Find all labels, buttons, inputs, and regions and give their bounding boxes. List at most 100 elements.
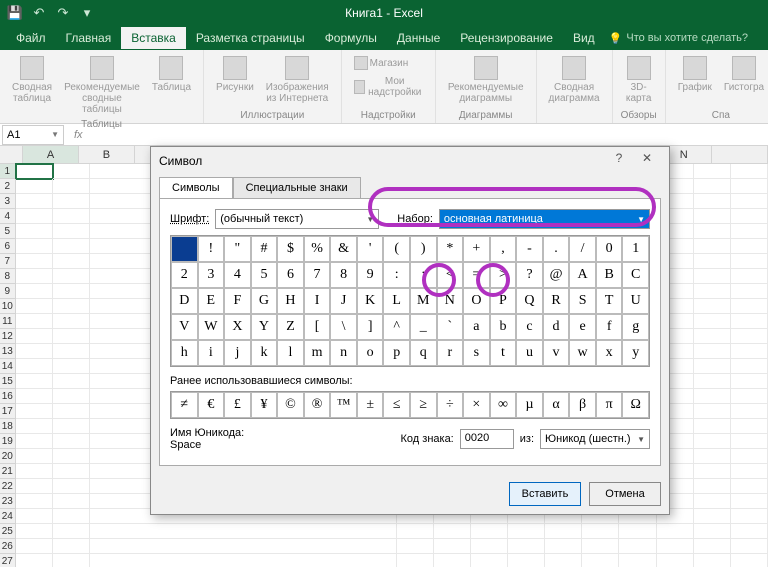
char-cell[interactable]: ] — [357, 314, 384, 340]
cell[interactable] — [16, 509, 53, 524]
char-cell[interactable]: E — [198, 288, 225, 314]
cell[interactable] — [694, 419, 731, 434]
cell[interactable] — [619, 524, 656, 539]
char-cell[interactable]: L — [383, 288, 410, 314]
cell[interactable] — [16, 299, 53, 314]
cell[interactable] — [694, 239, 731, 254]
select-all-corner[interactable] — [0, 146, 23, 164]
char-cell[interactable]: x — [596, 340, 623, 366]
cell[interactable] — [731, 509, 768, 524]
row-header[interactable]: 26 — [0, 539, 16, 554]
close-icon[interactable]: ✕ — [633, 151, 661, 171]
recent-char[interactable]: α — [543, 392, 570, 418]
char-cell[interactable]: 0 — [596, 236, 623, 262]
cell[interactable] — [731, 479, 768, 494]
cell[interactable] — [53, 419, 90, 434]
cell[interactable] — [731, 179, 768, 194]
cell[interactable] — [694, 194, 731, 209]
sparkline-column-button[interactable]: Гистогра — [720, 54, 768, 95]
cell[interactable] — [731, 449, 768, 464]
fx-icon[interactable]: fx — [66, 129, 91, 141]
cell[interactable] — [16, 539, 53, 554]
char-cell[interactable]: 3 — [198, 262, 225, 288]
cell[interactable] — [16, 419, 53, 434]
cell[interactable] — [16, 224, 53, 239]
row-header[interactable]: 12 — [0, 329, 16, 344]
char-cell[interactable]: T — [596, 288, 623, 314]
char-cell[interactable]: w — [569, 340, 596, 366]
char-cell[interactable]: C — [622, 262, 649, 288]
cell[interactable] — [731, 224, 768, 239]
char-cell[interactable]: 9 — [357, 262, 384, 288]
row-header[interactable]: 24 — [0, 509, 16, 524]
tab-file[interactable]: Файл — [6, 27, 56, 49]
cell[interactable] — [16, 359, 53, 374]
char-cell[interactable]: B — [596, 262, 623, 288]
cell[interactable] — [53, 554, 90, 567]
cell[interactable] — [694, 554, 731, 567]
cell[interactable] — [694, 299, 731, 314]
pivot-table-button[interactable]: Сводная таблица — [8, 54, 56, 106]
recommended-charts-button[interactable]: Рекомендуемые диаграммы — [444, 54, 528, 106]
cell[interactable] — [694, 464, 731, 479]
recent-char[interactable]: ÷ — [437, 392, 464, 418]
cell[interactable] — [694, 524, 731, 539]
cell[interactable] — [508, 524, 545, 539]
name-box[interactable]: A1 ▼ — [2, 125, 64, 145]
char-cell[interactable]: R — [543, 288, 570, 314]
cell[interactable] — [694, 269, 731, 284]
char-cell[interactable]: c — [516, 314, 543, 340]
from-combo[interactable]: Юникод (шестн.) ▼ — [540, 429, 650, 449]
cell[interactable] — [471, 554, 508, 567]
char-cell[interactable]: U — [622, 288, 649, 314]
row-header[interactable]: 2 — [0, 179, 16, 194]
char-cell[interactable]: < — [437, 262, 464, 288]
cell[interactable] — [16, 449, 53, 464]
cell[interactable] — [731, 494, 768, 509]
char-cell[interactable]: ` — [437, 314, 464, 340]
char-cell[interactable]: Y — [251, 314, 278, 340]
cell[interactable] — [16, 404, 53, 419]
tab-review[interactable]: Рецензирование — [450, 27, 563, 49]
cell[interactable] — [694, 434, 731, 449]
cell[interactable] — [731, 284, 768, 299]
cell[interactable] — [53, 524, 90, 539]
char-cell[interactable]: # — [251, 236, 278, 262]
cell[interactable] — [731, 419, 768, 434]
char-cell[interactable]: v — [543, 340, 570, 366]
store-button[interactable]: Магазин — [350, 54, 427, 72]
char-cell[interactable]: . — [543, 236, 570, 262]
cell[interactable] — [53, 254, 90, 269]
char-cell[interactable]: & — [330, 236, 357, 262]
cell[interactable] — [16, 269, 53, 284]
cell[interactable] — [545, 539, 582, 554]
char-cell[interactable]: o — [357, 340, 384, 366]
recent-symbols[interactable]: ≠€£¥©®™±≤≥÷×∞µαβπΩ — [170, 391, 650, 419]
cancel-button[interactable]: Отмена — [589, 482, 661, 506]
row-header[interactable]: 22 — [0, 479, 16, 494]
row-header[interactable]: 11 — [0, 314, 16, 329]
char-cell[interactable]: P — [490, 288, 517, 314]
cell[interactable] — [731, 524, 768, 539]
char-cell[interactable]: > — [490, 262, 517, 288]
row-header[interactable]: 9 — [0, 284, 16, 299]
cell[interactable] — [53, 509, 90, 524]
char-cell[interactable]: b — [490, 314, 517, 340]
column-header[interactable]: A — [23, 146, 79, 164]
cell[interactable] — [694, 179, 731, 194]
cell[interactable] — [731, 209, 768, 224]
cell[interactable] — [694, 254, 731, 269]
recent-char[interactable]: ® — [304, 392, 331, 418]
cell[interactable] — [694, 494, 731, 509]
row-header[interactable]: 6 — [0, 239, 16, 254]
redo-icon[interactable]: ↷ — [52, 2, 74, 24]
help-button[interactable]: ? — [605, 151, 633, 171]
cell[interactable] — [731, 554, 768, 567]
cell[interactable] — [471, 524, 508, 539]
char-cell[interactable]: N — [437, 288, 464, 314]
char-cell[interactable]: ( — [383, 236, 410, 262]
cell[interactable] — [694, 359, 731, 374]
row-header[interactable]: 5 — [0, 224, 16, 239]
recent-char[interactable]: € — [198, 392, 225, 418]
char-cell[interactable]: 5 — [251, 262, 278, 288]
